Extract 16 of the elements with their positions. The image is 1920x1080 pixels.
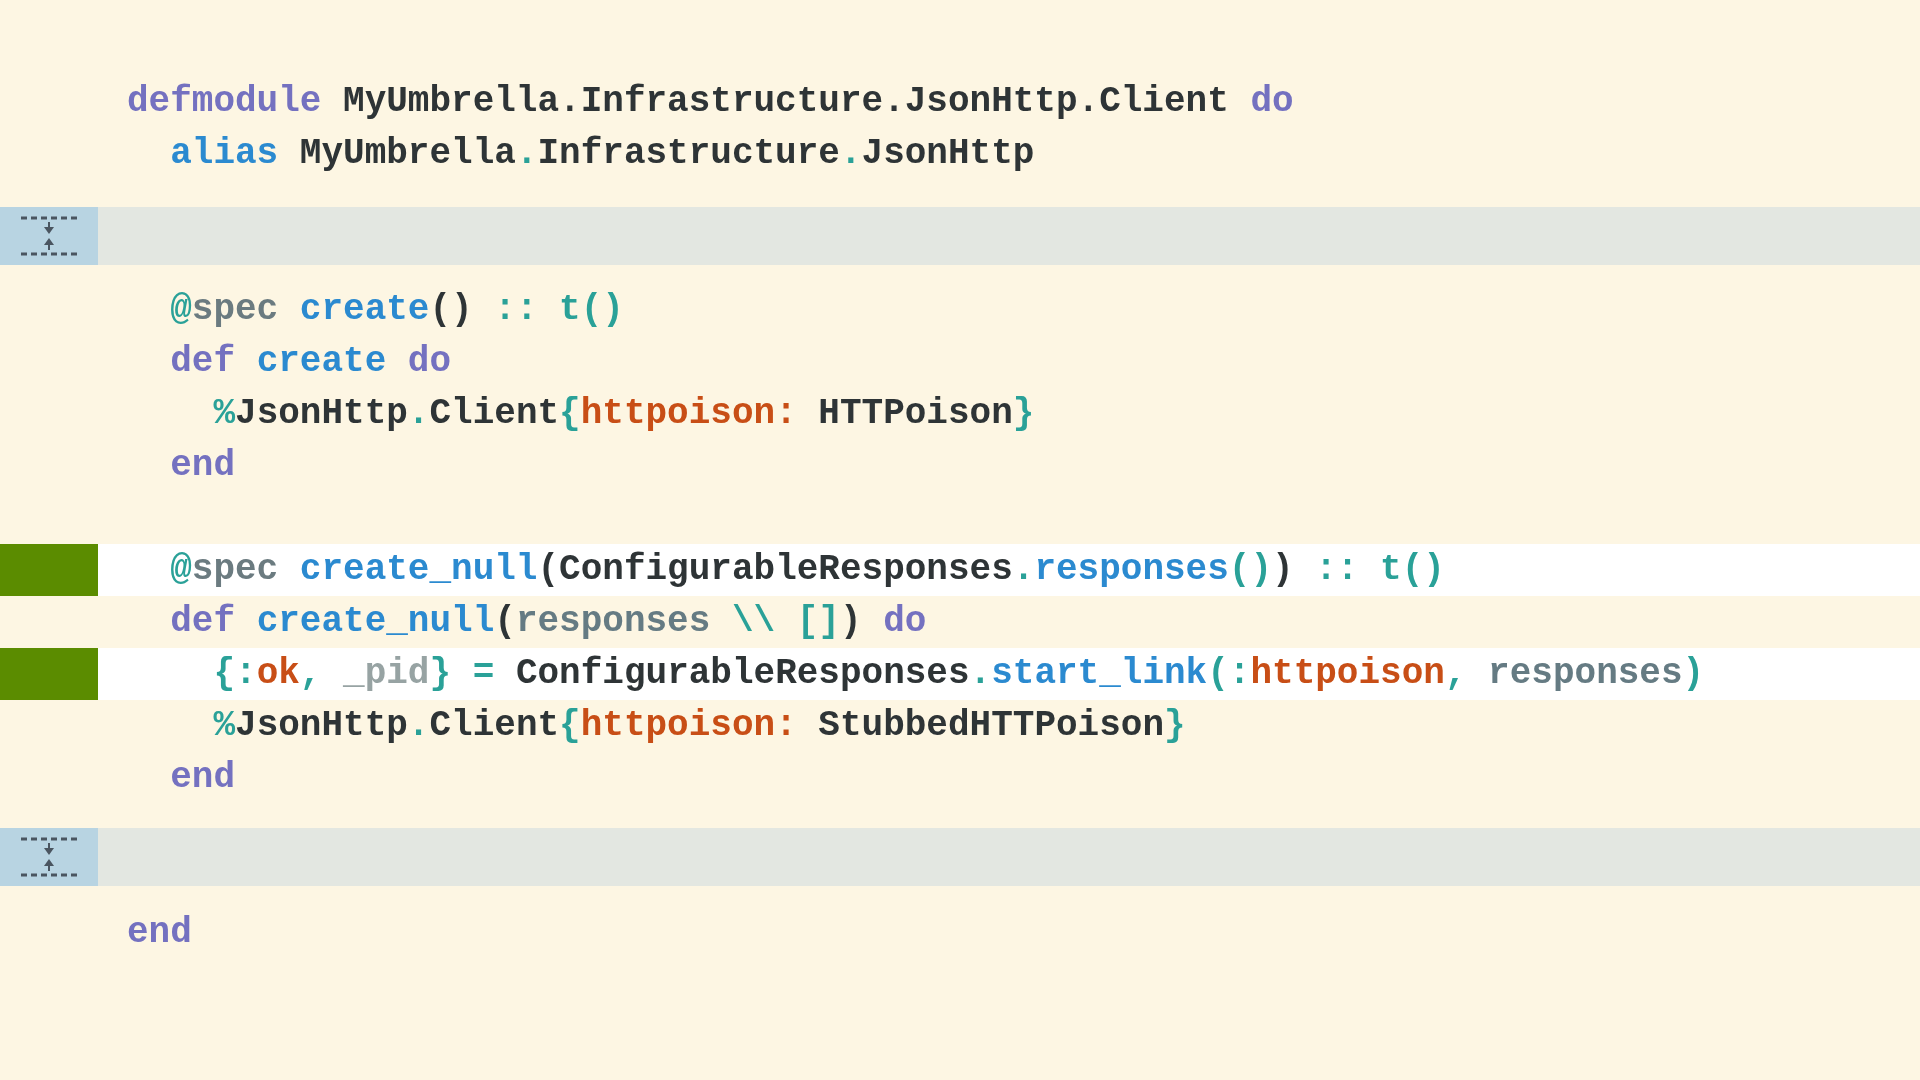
expand-icon <box>21 214 77 258</box>
code-line: alias MyUmbrella.Infrastructure.JsonHttp <box>169 132 1035 176</box>
code-line: end <box>169 756 236 800</box>
code-line: def create do <box>169 340 452 384</box>
code-line: end <box>169 444 236 488</box>
expand-lines-button[interactable] <box>0 828 98 886</box>
code-line: %JsonHttp.Client{httpoison: StubbedHTTPoison} <box>212 704 1186 748</box>
code-line: @spec create_null(ConfigurableResponses.responses()) :: t() <box>169 548 1445 592</box>
code-line: defmodule MyUmbrella.Infrastructure.JsonHttp.Client do <box>126 80 1294 124</box>
code-line: %JsonHttp.Client{httpoison: HTTPoison} <box>212 392 1035 436</box>
code-line: {:ok, _pid} = ConfigurableResponses.start_link(:httpoison, responses) <box>212 652 1705 696</box>
code-line: end <box>126 911 192 955</box>
code-line: def create_null(responses \\ []) do <box>169 600 927 644</box>
code-line: @spec create() :: t() <box>169 288 624 332</box>
expand-icon <box>21 835 77 879</box>
expand-lines-button[interactable] <box>0 207 98 265</box>
